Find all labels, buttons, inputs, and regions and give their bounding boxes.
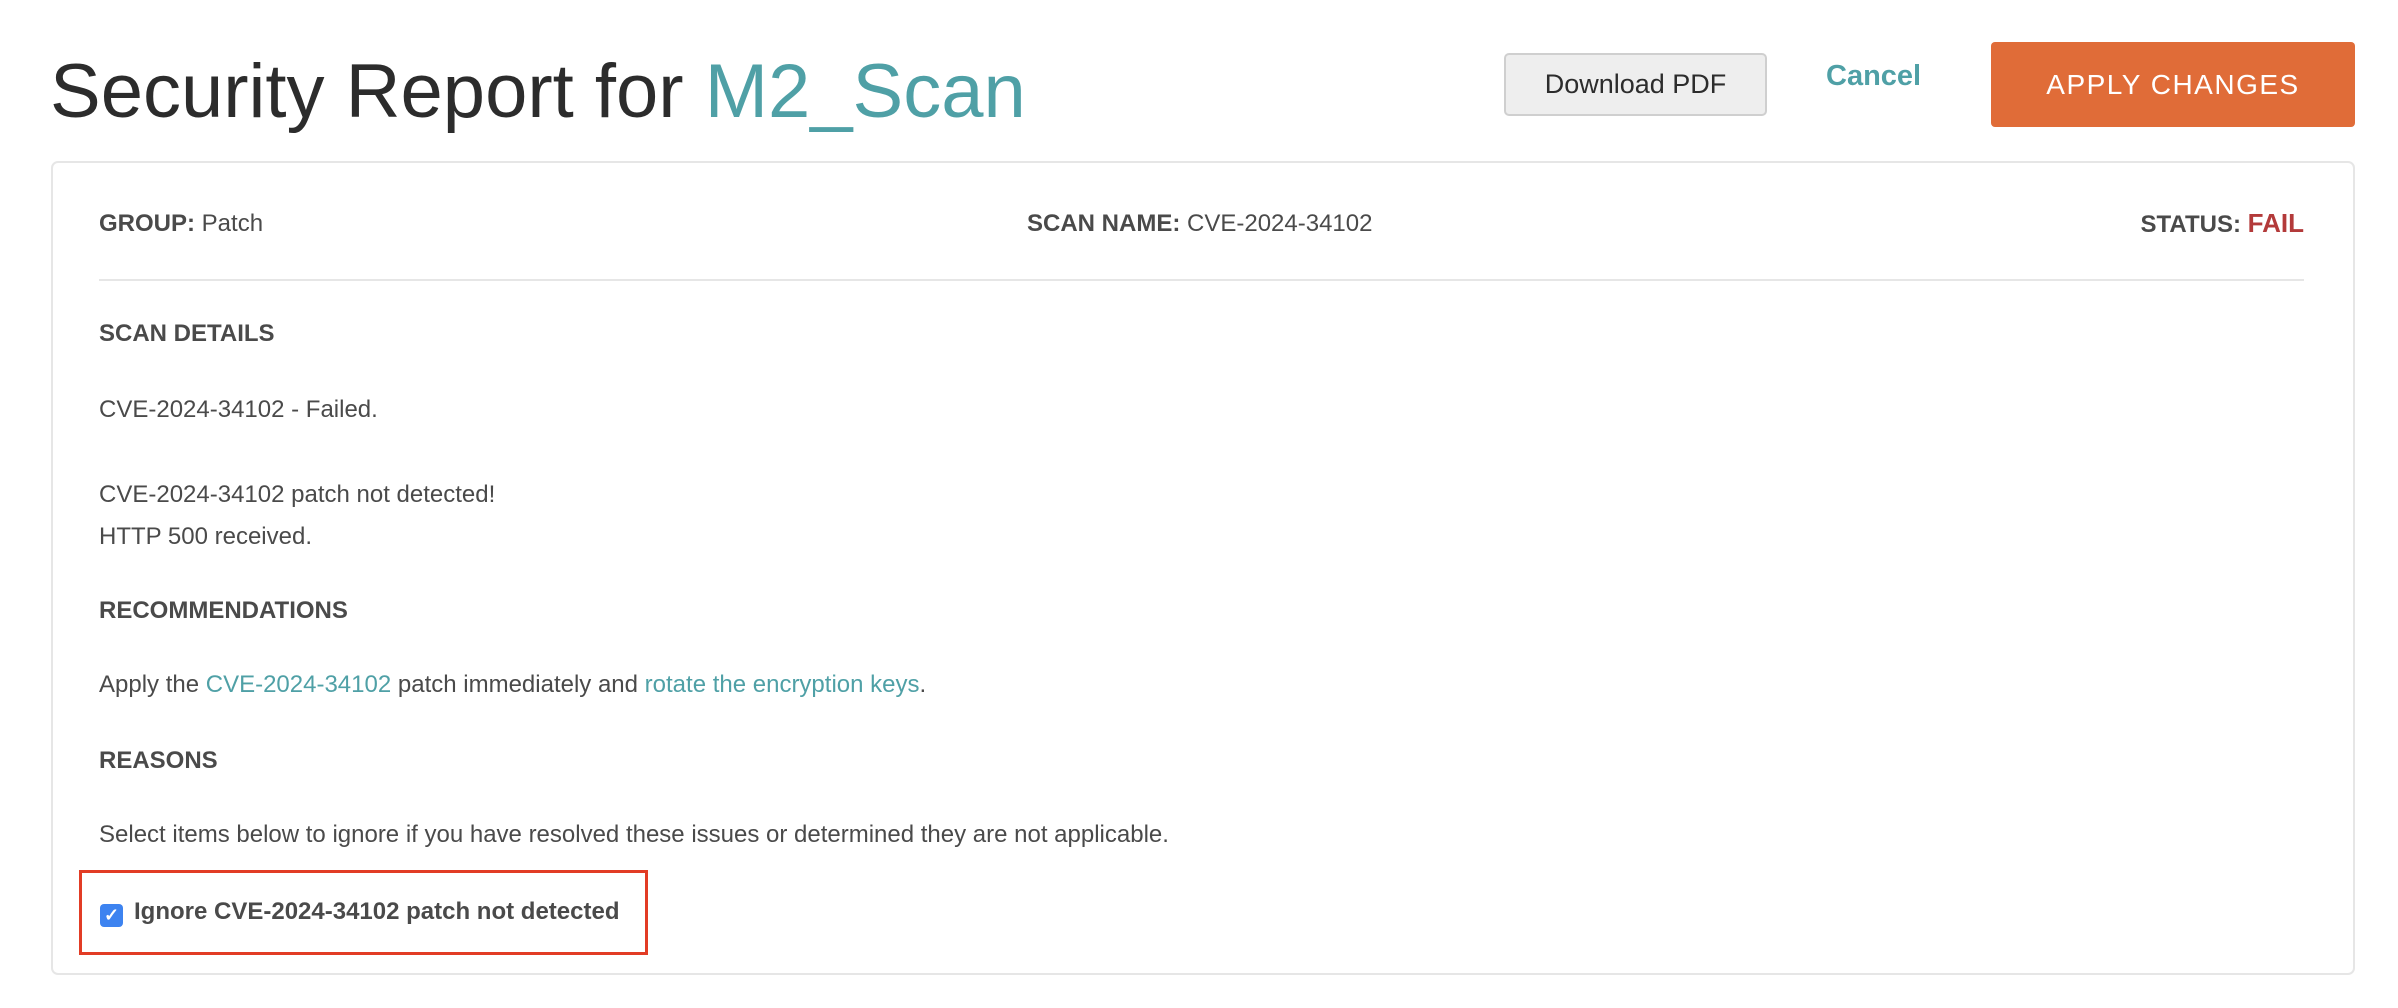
reasons-heading: REASONS	[99, 747, 218, 774]
scan-details-line: HTTP 500 received.	[99, 523, 312, 550]
reasons-instructions: Select items below to ignore if you have…	[99, 821, 1169, 848]
group-field: GROUP: Patch	[99, 210, 263, 238]
ignore-checkbox-label[interactable]: Ignore CVE-2024-34102 patch not detected	[134, 898, 619, 926]
cve-link[interactable]: CVE-2024-34102	[206, 671, 391, 698]
page-title: Security Report for M2_Scan	[50, 48, 1026, 135]
title-target: M2_Scan	[704, 49, 1026, 134]
scan-name-field: SCAN NAME: CVE-2024-34102	[1027, 210, 1372, 238]
rec-text: Apply the	[99, 671, 206, 698]
rotate-keys-link[interactable]: rotate the encryption keys	[645, 671, 920, 698]
download-pdf-button[interactable]: Download PDF	[1504, 53, 1767, 116]
report-card	[51, 161, 2355, 975]
scan-name-label: SCAN NAME:	[1027, 210, 1181, 237]
title-prefix: Security Report for	[50, 49, 705, 134]
scan-details-line: CVE-2024-34102 patch not detected!	[99, 481, 496, 508]
group-label: GROUP:	[99, 210, 195, 237]
group-value: Patch	[201, 210, 264, 237]
rec-text: .	[919, 671, 927, 698]
recommendations-text: Apply the CVE-2024-34102 patch immediate…	[99, 671, 926, 699]
divider	[99, 279, 2304, 281]
recommendations-heading: RECOMMENDATIONS	[99, 597, 348, 624]
status-field: STATUS: FAIL	[2141, 208, 2304, 239]
scan-details-heading: SCAN DETAILS	[99, 320, 275, 347]
status-label: STATUS:	[2140, 211, 2241, 238]
rec-text: patch immediately and	[391, 671, 645, 698]
checkmark-icon: ✓	[103, 905, 120, 925]
scan-name-value: CVE-2024-34102	[1187, 210, 1373, 237]
ignore-checkbox[interactable]: ✓	[100, 904, 123, 927]
status-badge: FAIL	[2247, 208, 2304, 238]
scan-details-line: CVE-2024-34102 - Failed.	[99, 396, 378, 423]
cancel-button[interactable]: Cancel	[1826, 60, 1921, 93]
apply-changes-button[interactable]: APPLY CHANGES	[1991, 42, 2355, 127]
